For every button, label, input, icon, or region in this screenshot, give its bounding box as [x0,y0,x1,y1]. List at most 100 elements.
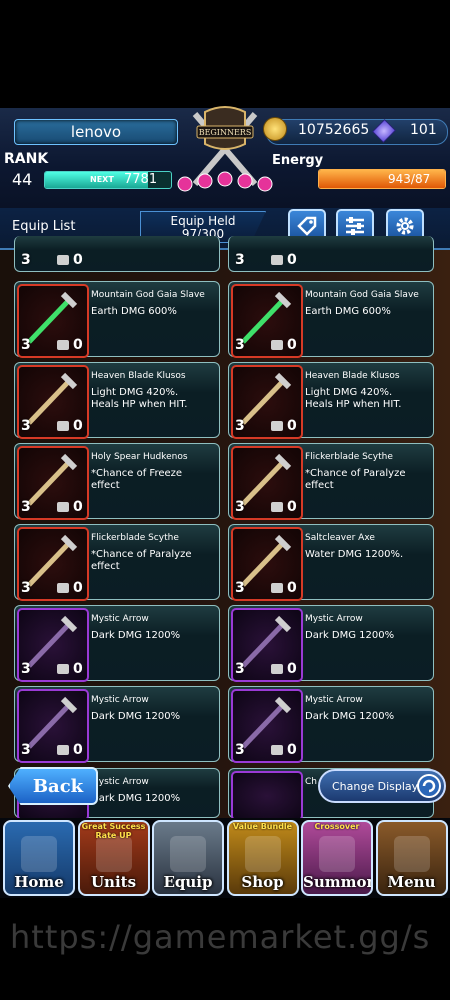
equip-count: 0 [287,661,297,677]
watermark-text: https://gamemarket.gg/s [10,918,431,956]
equip-count: 0 [73,580,83,596]
equip-desc: Dark DMG 1200% [91,793,181,804]
equip-list-title: Equip List [12,219,76,234]
hammer-icon [57,340,69,350]
equip-level: 3 [235,742,245,758]
treasure-chest-icon [244,836,281,872]
nav-label: Units [90,873,137,891]
equip-card-partial[interactable]: 3 0 [228,236,434,272]
equip-card[interactable]: Holy Spear Hudkenos *Chance of Freeze eff… [14,443,220,520]
hammer-icon [57,255,69,265]
nav-units-button[interactable]: Great Success Rate UP Units [77,820,150,896]
equip-card[interactable]: Mountain God Gaia Slave Earth DMG 600% 3 0 [228,281,434,358]
nav-label: Menu [387,873,436,891]
change-display-button[interactable]: Change Display [318,769,446,803]
equip-card[interactable]: Flickerblade Scythe *Chance of Paralyze e… [228,443,434,520]
refresh-icon [417,774,441,798]
back-button[interactable]: Back [8,767,98,805]
gold-amount: 10752665 [298,122,370,138]
hammer-icon [271,664,283,674]
equip-desc: Earth DMG 600% [91,306,177,317]
equip-name: Mystic Arrow [91,695,149,705]
player-name[interactable]: lenovo [14,119,178,145]
hammer-icon [271,421,283,431]
energy-orb-icon [177,176,193,192]
tag-icon [297,216,317,236]
hammer-icon [57,745,69,755]
summon-character-icon [319,836,355,872]
equip-level: 3 [235,252,245,268]
equip-name: Saltcleaver Axe [305,533,375,543]
equip-name: Heaven Blade Klusos [305,371,400,381]
nav-label: Home [14,873,64,891]
equip-count: 0 [73,418,83,434]
equip-card[interactable]: Heaven Blade Klusos Light DMG 420%. Heals… [14,362,220,439]
hammer-icon [57,583,69,593]
nav-summon-button[interactable]: Crossover Summon [301,820,373,896]
equip-card[interactable]: Saltcleaver Axe Water DMG 1200%. 3 0 [228,524,434,601]
hammer-icon [57,664,69,674]
equip-count: 0 [287,337,297,353]
hammer-icon [57,502,69,512]
beginners-crest[interactable]: BEGINNERS [175,104,275,194]
equip-card[interactable]: Mystic Arrow Dark DMG 1200% 3 0 [228,605,434,682]
hammer-icon [271,255,283,265]
equip-count: 0 [73,742,83,758]
crest-label: BEGINNERS [199,128,252,137]
hammer-icon [271,745,283,755]
book-icon [393,836,430,872]
equip-name: Flickerblade Scythe [305,452,393,462]
equip-count: 0 [73,499,83,515]
nav-shop-button[interactable]: Value Bundle Shop [226,820,299,896]
equip-name: Mystic Arrow [305,614,363,624]
equip-name: Heaven Blade Klusos [91,371,186,381]
equip-desc: Light DMG 420%. Heals HP when HIT. [91,387,188,410]
nav-badge: Value Bundle [232,822,293,831]
gear-icon [396,217,414,235]
hammer-icon [271,340,283,350]
equip-card[interactable]: Heaven Blade Klusos Light DMG 420%. Heals… [228,362,434,439]
sliders-icon [346,217,364,235]
sword-icon [170,836,206,872]
nav-label: Equip [163,873,213,891]
equip-desc: *Chance of Paralyze effect [91,549,192,572]
equip-card[interactable]: Mystic Arrow Dark DMG 1200% 3 0 [228,686,434,763]
equip-card[interactable]: Mystic Arrow Dark DMG 1200% 3 0 [14,605,220,682]
equip-count: 0 [287,742,297,758]
equip-count: 0 [287,499,297,515]
equip-card[interactable]: Flickerblade Scythe *Chance of Paralyze e… [14,524,220,601]
equip-level: 3 [21,742,31,758]
equip-level: 3 [21,580,31,596]
energy-orb-icon [257,176,273,192]
equip-desc: Light DMG 420%. Heals HP when HIT. [305,387,402,410]
equip-level: 3 [235,337,245,353]
equip-desc: Dark DMG 1200% [305,630,395,641]
equip-desc: *Chance of Freeze effect [91,468,183,491]
energy-orb-icon [197,173,213,189]
nav-home-button[interactable]: Home [3,820,75,896]
equip-level: 3 [21,499,31,515]
equip-desc: Dark DMG 1200% [305,711,395,722]
equip-level: 3 [21,418,31,434]
rank-label: RANK [4,151,49,167]
equip-name: Mystic Arrow [91,777,149,787]
nav-equip-button[interactable]: Equip [152,820,224,896]
equip-desc: Earth DMG 600% [305,306,391,317]
nav-label: Shop [241,873,284,891]
equip-card[interactable]: Mountain God Gaia Slave Earth DMG 600% 3 0 [14,281,220,358]
equip-card[interactable]: Mystic Arrow Dark DMG 1200% 3 0 [14,686,220,763]
energy-value: 943/87 [388,172,431,186]
equip-desc: *Chance of Paralyze effect [305,468,406,491]
equip-level: 3 [21,252,31,268]
equip-name: Mountain God Gaia Slave [305,290,419,300]
equip-desc: Dark DMG 1200% [91,711,181,722]
nav-menu-button[interactable]: Menu [375,820,448,896]
equip-level: 3 [235,661,245,677]
equip-count: 0 [287,580,297,596]
change-display-label: Change Display [332,779,419,793]
equip-name: Mystic Arrow [305,695,363,705]
equip-name: Flickerblade Scythe [91,533,179,543]
equip-card-partial[interactable]: 3 0 [14,236,220,272]
energy-orb-icon [237,173,253,189]
equip-level: 3 [21,337,31,353]
